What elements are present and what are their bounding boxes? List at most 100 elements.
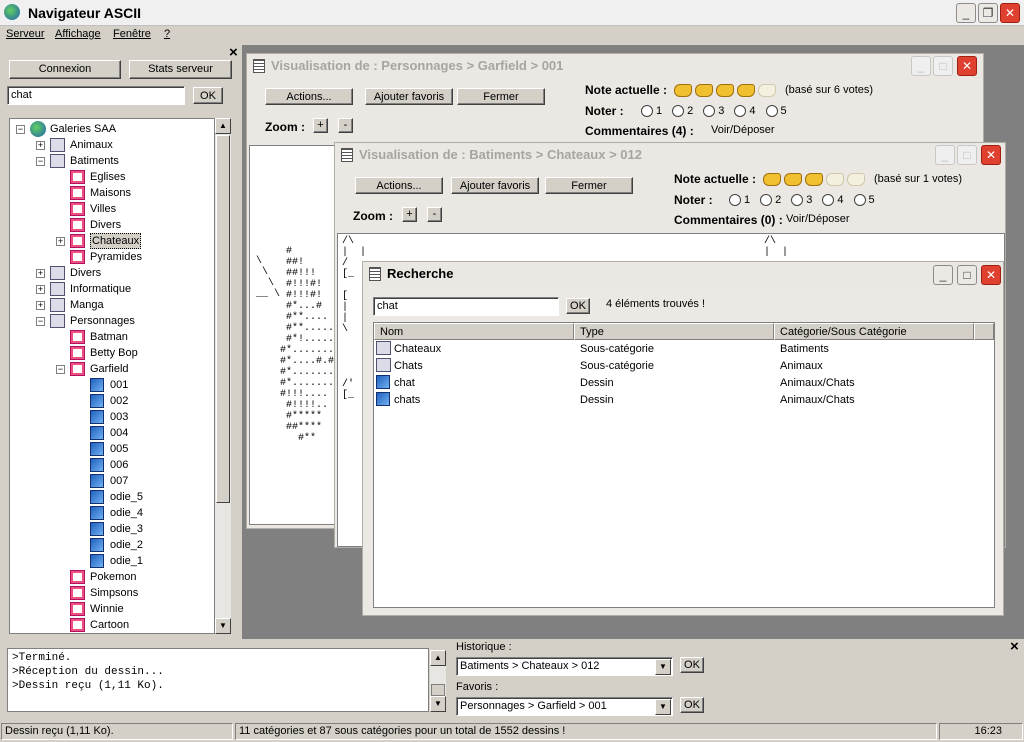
connect-button[interactable]: Connexion — [9, 60, 121, 79]
tree-node[interactable]: − Garfield — [10, 361, 214, 377]
tree-scrollbar[interactable]: ▲ ▼ — [215, 118, 231, 634]
viewer2-zoom-in-button[interactable]: + — [402, 207, 417, 222]
viewer1-add-favorite-button[interactable]: Ajouter favoris — [365, 88, 453, 105]
viewer1-zoom-out-button[interactable]: - — [338, 118, 353, 133]
viewer1-actions-button[interactable]: Actions... — [265, 88, 353, 105]
tree-node[interactable]: odie_2 — [10, 537, 214, 553]
tree-node[interactable]: Winnie — [10, 601, 214, 617]
column-header-type[interactable]: Type — [574, 323, 774, 340]
tree-node[interactable]: odie_3 — [10, 521, 214, 537]
menu-fenetre[interactable]: Fenêtre — [113, 28, 151, 40]
search-result-row[interactable]: chats Dessin Animaux/Chats — [374, 392, 994, 409]
search-input[interactable]: chat — [373, 297, 559, 316]
vote-option-1[interactable]: 1 — [641, 105, 662, 118]
search-close-button[interactable]: ✕ — [981, 265, 1001, 285]
menu-serveur[interactable]: Serveur — [6, 28, 45, 40]
tree-node[interactable]: 007 — [10, 473, 214, 489]
radio-icon[interactable] — [641, 105, 653, 118]
viewer1-minimize-button[interactable]: _ — [911, 56, 931, 76]
tree-scroll-up-icon[interactable]: ▲ — [215, 118, 231, 134]
viewer1-close-doc-button[interactable]: Fermer — [457, 88, 545, 105]
tree-node[interactable]: odie_4 — [10, 505, 214, 521]
favorites-ok-button[interactable]: OK — [680, 697, 704, 713]
tree-node[interactable]: + Informatique — [10, 281, 214, 297]
history-ok-button[interactable]: OK — [680, 657, 704, 673]
tree-node[interactable]: 004 — [10, 425, 214, 441]
server-stats-button[interactable]: Stats serveur — [129, 60, 232, 79]
radio-icon[interactable] — [853, 194, 866, 207]
search-result-row[interactable]: chat Dessin Animaux/Chats — [374, 375, 994, 392]
collapse-icon[interactable]: − — [36, 157, 45, 166]
collapse-icon[interactable]: − — [16, 125, 25, 134]
tree-node[interactable]: Eglises — [10, 169, 214, 185]
column-header-category[interactable]: Catégorie/Sous Catégorie — [774, 323, 974, 340]
search-result-row[interactable]: Chateaux Sous-catégorie Batiments — [374, 341, 994, 358]
radio-icon[interactable] — [822, 194, 835, 207]
tree-scroll-thumb[interactable] — [216, 135, 230, 503]
vote-option-4[interactable]: 4 — [734, 105, 756, 118]
tree-node[interactable]: 005 — [10, 441, 214, 457]
expand-icon[interactable]: + — [36, 269, 45, 278]
log-scrollbar[interactable]: ▲ ▼ — [430, 650, 446, 712]
viewer1-zoom-in-button[interactable]: + — [313, 118, 328, 133]
radio-icon[interactable] — [760, 194, 773, 207]
search-ok-button[interactable]: OK — [566, 298, 590, 314]
collapse-icon[interactable]: − — [56, 365, 65, 374]
tree-node[interactable]: 001 — [10, 377, 214, 393]
tree-node[interactable]: Pyramides — [10, 249, 214, 265]
tree-node[interactable]: 002 — [10, 393, 214, 409]
tree-node[interactable]: Betty Bop — [10, 345, 214, 361]
viewer2-minimize-button[interactable]: _ — [935, 145, 955, 165]
viewer2-actions-button[interactable]: Actions... — [355, 177, 443, 194]
tree-node[interactable]: + Animaux — [10, 137, 214, 153]
tree-node[interactable]: + Chateaux — [10, 233, 214, 249]
tree-node[interactable]: − Batiments — [10, 153, 214, 169]
log-scroll-down-icon[interactable]: ▼ — [430, 696, 446, 712]
search-window[interactable]: Recherche _ □ ✕ chat OK 4 éléments trouv… — [362, 261, 1004, 616]
viewer2-add-favorite-button[interactable]: Ajouter favoris — [451, 177, 539, 194]
viewer2-titlebar[interactable]: Visualisation de : Batiments > Chateaux … — [335, 143, 1005, 167]
search-result-row[interactable]: Chats Sous-catégorie Animaux — [374, 358, 994, 375]
vote-option-4[interactable]: 4 — [822, 194, 844, 207]
viewer2-maximize-button[interactable]: □ — [957, 145, 977, 165]
tree-node[interactable]: Batman — [10, 329, 214, 345]
tree-node[interactable]: Simpsons — [10, 585, 214, 601]
favorites-dropdown-icon[interactable]: ▼ — [655, 699, 671, 715]
history-dropdown-icon[interactable]: ▼ — [655, 659, 671, 675]
search-maximize-button[interactable]: □ — [957, 265, 977, 285]
category-tree[interactable]: − Galeries SAA + Animaux − Batiments Eglises Ma… — [9, 118, 215, 634]
favorites-combo[interactable]: Personnages > Garfield > 001 ▼ — [456, 697, 673, 716]
tree-scroll-down-icon[interactable]: ▼ — [215, 618, 231, 634]
viewer2-zoom-out-button[interactable]: - — [427, 207, 442, 222]
tree-node[interactable]: Maisons — [10, 185, 214, 201]
tree-node[interactable]: + Manga — [10, 297, 214, 313]
search-results-list[interactable]: Nom Type Catégorie/Sous Catégorie Chatea… — [373, 322, 995, 608]
tree-node[interactable]: + Divers — [10, 265, 214, 281]
viewer2-comments-link[interactable]: Voir/Déposer — [786, 213, 850, 225]
expand-icon[interactable]: + — [36, 141, 45, 150]
viewer2-close-doc-button[interactable]: Fermer — [545, 177, 633, 194]
viewer1-maximize-button[interactable]: □ — [933, 56, 953, 76]
expand-icon[interactable]: + — [36, 285, 45, 294]
radio-icon[interactable] — [765, 105, 778, 118]
menu-affichage[interactable]: Affichage — [55, 28, 101, 40]
tree-node[interactable]: odie_5 — [10, 489, 214, 505]
tree-node[interactable]: Villes — [10, 201, 214, 217]
tree-node[interactable]: odie_1 — [10, 553, 214, 569]
tree-node[interactable]: 006 — [10, 457, 214, 473]
tree-search-ok-button[interactable]: OK — [193, 87, 223, 104]
search-minimize-button[interactable]: _ — [933, 265, 953, 285]
history-combo[interactable]: Batiments > Chateaux > 012 ▼ — [456, 657, 673, 676]
tree-node[interactable]: Cartoon — [10, 617, 214, 633]
tree-node[interactable]: Divers — [10, 217, 214, 233]
tree-node[interactable]: 003 — [10, 409, 214, 425]
log-scroll-up-icon[interactable]: ▲ — [430, 650, 446, 666]
tree-node[interactable]: − Galeries SAA — [10, 121, 214, 137]
search-titlebar[interactable]: Recherche — [363, 262, 1003, 286]
vote-option-3[interactable]: 3 — [791, 194, 812, 207]
collapse-icon[interactable]: − — [36, 317, 45, 326]
viewer1-close-button[interactable]: ✕ — [957, 56, 977, 76]
tree-node[interactable]: Pokemon — [10, 569, 214, 585]
radio-icon[interactable] — [729, 194, 741, 207]
vote-option-1[interactable]: 1 — [729, 194, 750, 207]
